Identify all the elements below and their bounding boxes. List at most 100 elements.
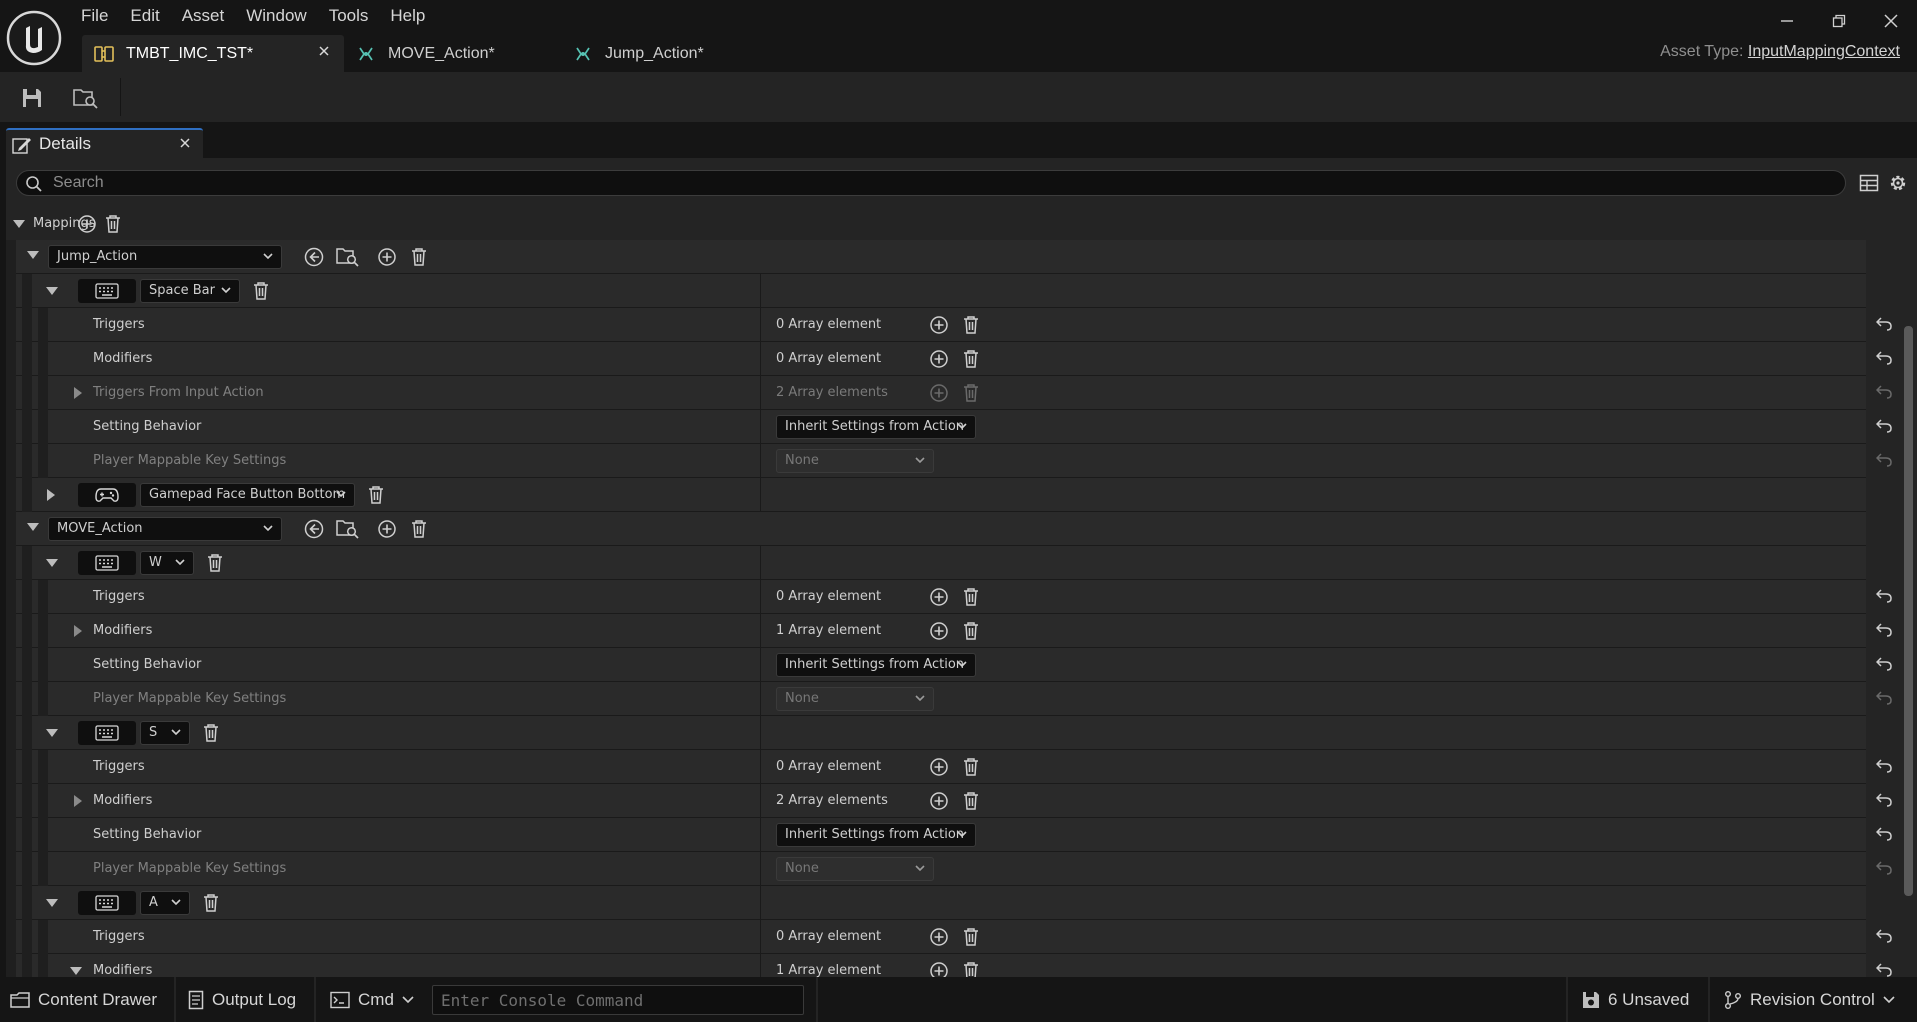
player-mappable-key-settings-dropdown[interactable]: None xyxy=(776,687,934,711)
browse-asset-icon[interactable] xyxy=(336,246,360,268)
add-key-mapping-icon[interactable] xyxy=(377,247,397,267)
add-element-icon[interactable] xyxy=(929,349,949,369)
add-mapping-icon[interactable] xyxy=(77,214,97,234)
add-element-icon[interactable] xyxy=(929,621,949,641)
content-drawer-button[interactable]: Content Drawer xyxy=(10,985,157,1015)
reset-to-default-icon[interactable] xyxy=(1876,657,1892,671)
delete-elements-icon[interactable] xyxy=(962,383,980,403)
delete-elements-icon[interactable] xyxy=(962,621,980,641)
reset-to-default-icon[interactable] xyxy=(1876,317,1892,331)
player-mappable-key-settings-dropdown[interactable]: None xyxy=(776,857,934,881)
chevron-down-icon[interactable] xyxy=(46,559,58,568)
restore-button[interactable] xyxy=(1813,6,1865,36)
key-selector-dropdown[interactable]: W xyxy=(140,551,194,575)
reset-to-default-icon[interactable] xyxy=(1876,623,1892,637)
chevron-down-icon[interactable] xyxy=(27,523,39,532)
close-tab-icon[interactable] xyxy=(179,137,191,149)
input-action-dropdown[interactable]: Jump_Action xyxy=(48,245,282,269)
key-selector-dropdown[interactable]: S xyxy=(140,721,190,745)
delete-elements-icon[interactable] xyxy=(962,927,980,947)
tab-move-action[interactable]: MOVE_Action* xyxy=(344,35,561,72)
view-options-icon[interactable] xyxy=(1859,173,1879,193)
setting-behavior-dropdown[interactable]: Inherit Settings from Action xyxy=(776,415,976,439)
gamepad-icon[interactable] xyxy=(78,483,136,507)
input-action-dropdown[interactable]: MOVE_Action xyxy=(48,517,282,541)
chevron-right-icon[interactable] xyxy=(74,387,83,399)
delete-elements-icon[interactable] xyxy=(962,757,980,777)
reset-to-default-icon[interactable] xyxy=(1876,419,1892,433)
menu-tools[interactable]: Tools xyxy=(318,4,380,28)
setting-behavior-dropdown[interactable]: Inherit Settings from Action xyxy=(776,823,976,847)
reset-to-default-icon[interactable] xyxy=(1876,861,1892,875)
keyboard-icon[interactable] xyxy=(78,721,136,745)
reset-to-default-icon[interactable] xyxy=(1876,759,1892,773)
keyboard-icon[interactable] xyxy=(78,891,136,915)
chevron-right-icon[interactable] xyxy=(47,489,56,501)
search-input[interactable] xyxy=(53,173,1833,193)
key-selector-dropdown[interactable]: A xyxy=(140,891,190,915)
add-element-icon[interactable] xyxy=(929,587,949,607)
reset-to-default-icon[interactable] xyxy=(1876,385,1892,399)
add-element-icon[interactable] xyxy=(929,791,949,811)
reset-to-default-icon[interactable] xyxy=(1876,589,1892,603)
delete-key-mapping-icon[interactable] xyxy=(202,723,220,743)
delete-elements-icon[interactable] xyxy=(962,315,980,335)
add-element-icon[interactable] xyxy=(929,927,949,947)
delete-all-mappings-icon[interactable] xyxy=(104,214,122,234)
console-command-input[interactable] xyxy=(432,985,804,1015)
add-element-icon[interactable] xyxy=(929,757,949,777)
output-log-button[interactable]: Output Log xyxy=(188,985,296,1015)
delete-key-mapping-icon[interactable] xyxy=(202,893,220,913)
chevron-down-icon[interactable] xyxy=(27,251,39,260)
reset-to-default-icon[interactable] xyxy=(1876,351,1892,365)
gear-icon[interactable] xyxy=(1887,172,1909,194)
reset-to-default-icon[interactable] xyxy=(1876,929,1892,943)
delete-key-mapping-icon[interactable] xyxy=(367,485,385,505)
delete-elements-icon[interactable] xyxy=(962,587,980,607)
menu-edit[interactable]: Edit xyxy=(119,4,170,28)
setting-behavior-dropdown[interactable]: Inherit Settings from Action xyxy=(776,653,976,677)
minimize-button[interactable] xyxy=(1761,6,1813,36)
add-element-icon[interactable] xyxy=(929,315,949,335)
delete-action-mapping-icon[interactable] xyxy=(410,519,428,539)
unsaved-button[interactable]: 6 Unsaved xyxy=(1582,985,1689,1015)
close-window-button[interactable] xyxy=(1865,6,1917,36)
use-selected-asset-icon[interactable] xyxy=(303,246,325,268)
use-selected-asset-icon[interactable] xyxy=(303,518,325,540)
menu-help[interactable]: Help xyxy=(379,4,436,28)
tab-tmbt-imc-tst[interactable]: TMBT_IMC_TST* xyxy=(82,35,344,72)
browse-asset-icon[interactable] xyxy=(336,518,360,540)
chevron-down-icon[interactable] xyxy=(46,729,58,738)
reset-to-default-icon[interactable] xyxy=(1876,827,1892,841)
menu-asset[interactable]: Asset xyxy=(171,4,236,28)
delete-key-mapping-icon[interactable] xyxy=(206,553,224,573)
add-element-icon[interactable] xyxy=(929,383,949,403)
keyboard-icon[interactable] xyxy=(78,279,136,303)
browse-to-asset-button[interactable] xyxy=(70,82,102,114)
key-selector-dropdown[interactable]: Gamepad Face Button Bottom xyxy=(140,483,355,507)
delete-elements-icon[interactable] xyxy=(962,791,980,811)
player-mappable-key-settings-dropdown[interactable]: None xyxy=(776,449,934,473)
chevron-down-icon[interactable] xyxy=(46,899,58,908)
chevron-down-icon[interactable] xyxy=(12,219,26,229)
cmd-dropdown[interactable]: Cmd xyxy=(330,985,414,1015)
reset-to-default-icon[interactable] xyxy=(1876,691,1892,705)
reset-to-default-icon[interactable] xyxy=(1876,963,1892,977)
menu-window[interactable]: Window xyxy=(235,4,317,28)
chevron-down-icon[interactable] xyxy=(70,967,82,976)
delete-key-mapping-icon[interactable] xyxy=(252,281,270,301)
chevron-right-icon[interactable] xyxy=(74,625,83,637)
add-key-mapping-icon[interactable] xyxy=(377,519,397,539)
close-tab-icon[interactable] xyxy=(318,45,330,57)
reset-to-default-icon[interactable] xyxy=(1876,793,1892,807)
keyboard-icon[interactable] xyxy=(78,551,136,575)
chevron-right-icon[interactable] xyxy=(74,795,83,807)
tab-jump-action[interactable]: Jump_Action* xyxy=(561,35,771,72)
menu-file[interactable]: File xyxy=(70,4,119,28)
details-tab[interactable]: Details xyxy=(6,128,203,158)
revision-control-dropdown[interactable]: Revision Control xyxy=(1724,985,1895,1015)
vertical-scrollbar[interactable] xyxy=(1904,326,1913,896)
asset-type-link[interactable]: InputMappingContext xyxy=(1748,43,1900,60)
chevron-down-icon[interactable] xyxy=(46,287,58,296)
unreal-logo-icon[interactable] xyxy=(6,10,62,66)
